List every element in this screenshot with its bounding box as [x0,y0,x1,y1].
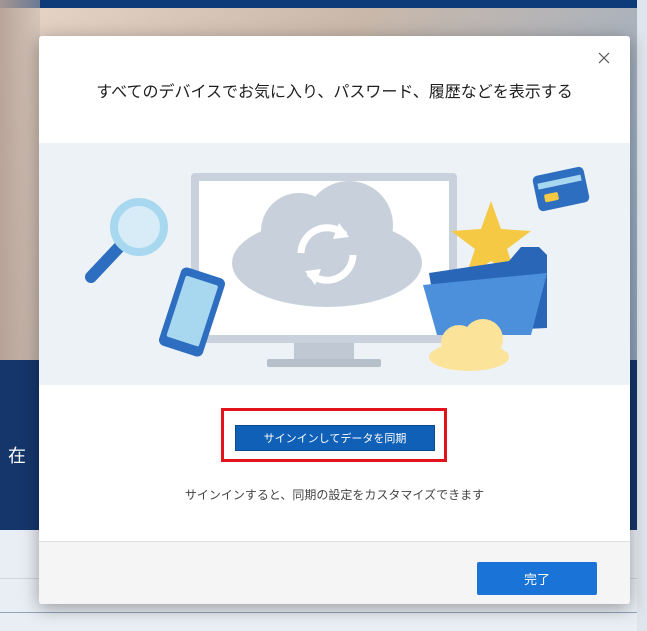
magnifier-icon [85,198,168,283]
background-top-bar [0,0,647,8]
sync-illustration [39,143,630,385]
close-icon [598,52,610,64]
background-divider [0,612,647,613]
background-scrollbar [637,0,647,631]
card-icon [532,166,590,212]
phone-icon [159,267,225,357]
sync-hint-text: サインインすると、同期の設定をカスタマイズできます [184,488,485,502]
background-image [0,0,40,360]
sync-dialog: すべてのデバイスでお気に入り、パスワード、履歴などを表示する サインインしてデー… [39,36,630,604]
dialog-footer: 完了 [39,541,630,604]
close-button[interactable] [594,48,614,68]
sign-in-sync-button[interactable]: サインインしてデータを同期 [235,425,435,451]
dialog-title: すべてのデバイスでお気に入り、パスワード、履歴などを表示する [96,82,573,101]
background-text: 在 [8,446,26,467]
done-button[interactable]: 完了 [477,562,597,595]
